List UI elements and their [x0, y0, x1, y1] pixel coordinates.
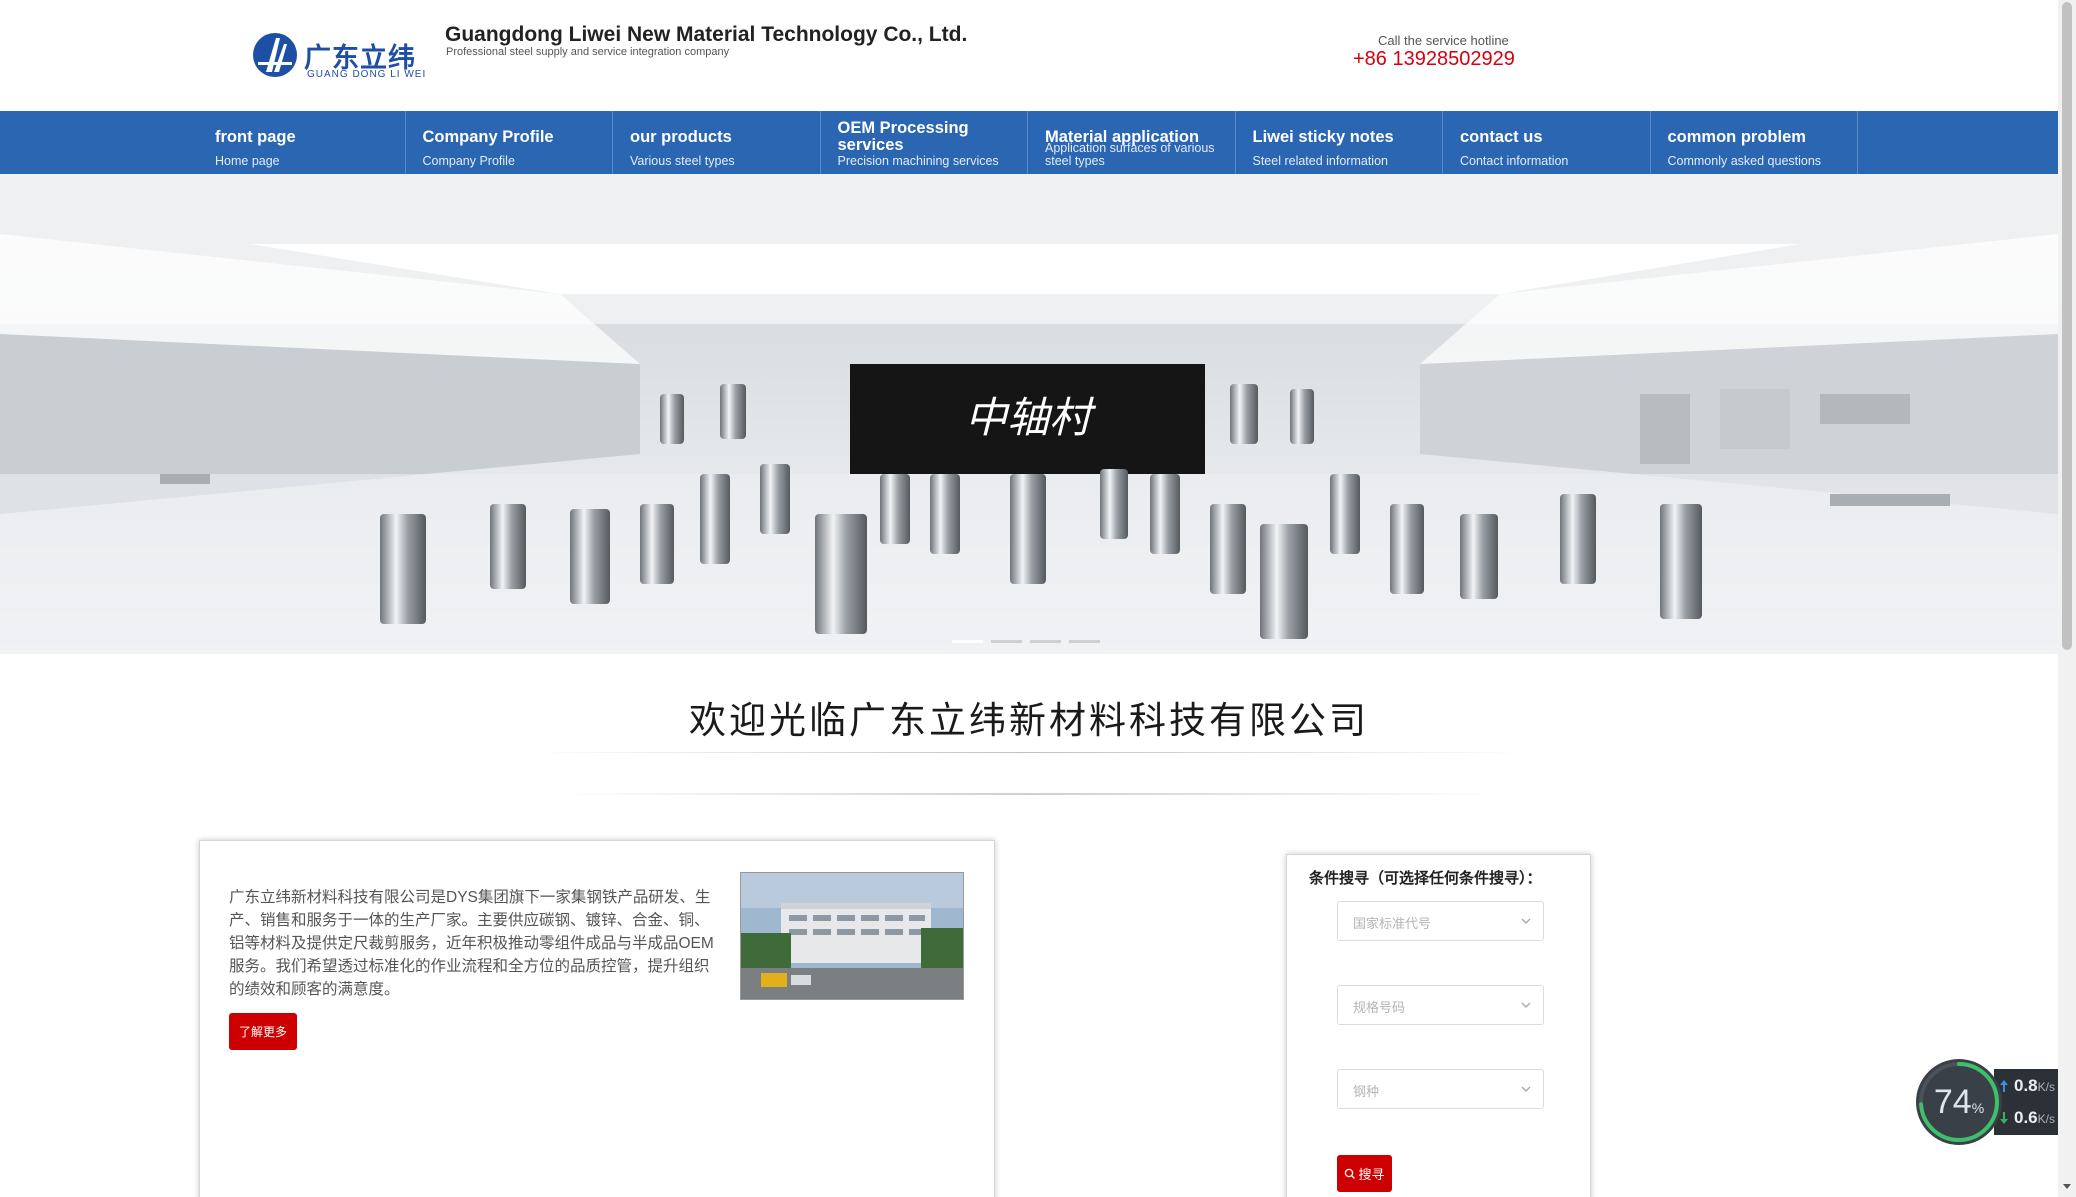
slider-dots [952, 640, 1100, 643]
memory-percent: 74% [1914, 1085, 2004, 1125]
search-title: 条件搜寻（可选择任何条件搜寻）： [1309, 870, 1542, 887]
logo-mark-icon [253, 33, 297, 77]
nav-item-subtitle: Home page [215, 154, 280, 168]
building-image [741, 873, 963, 999]
nav-item-subtitle: Contact information [1460, 154, 1569, 168]
nav-item-company-profile[interactable]: Company Profile Company Profile [406, 111, 613, 174]
company-intro-panel: 广东立纬新材料科技有限公司是DYS集团旗下一家集钢铁产品研发、生产、销售和服务于… [199, 840, 995, 1197]
memory-percent-value: 74 [1933, 1083, 1972, 1121]
slider-dot[interactable] [1069, 640, 1100, 643]
nav-item-material-application[interactable]: Material application Application surface… [1028, 111, 1236, 174]
chevron-down-icon [1521, 1086, 1531, 1092]
divider [530, 752, 1530, 753]
learn-more-button[interactable]: 了解更多 [229, 1013, 297, 1050]
nav-item-oem-processing[interactable]: OEM Processing services Precision machin… [821, 111, 1028, 174]
nav-item-subtitle: Company Profile [422, 154, 515, 168]
slider-dot[interactable] [1030, 640, 1061, 643]
company-intro-text: 广东立纬新材料科技有限公司是DYS集团旗下一家集钢铁产品研发、生产、销售和服务于… [229, 889, 714, 998]
search-icon [1345, 1168, 1356, 1179]
memory-percent-unit: % [1971, 1100, 1985, 1116]
nav-item-front-page[interactable]: front page Home page [198, 111, 406, 174]
nav-item-subtitle: Commonly asked questions [1667, 154, 1822, 168]
nav-item-liwei-sticky-notes[interactable]: Liwei sticky notes Steel related informa… [1236, 111, 1443, 174]
scroll-down-arrow-icon[interactable] [2061, 1180, 2073, 1192]
hero-banner[interactable]: 中轴村 [0, 174, 2058, 654]
download-unit: K/s [2037, 1112, 2055, 1126]
company-tagline: Professional steel supply and service in… [446, 46, 730, 58]
hotline-number[interactable]: +86 13928502929 [1353, 48, 1515, 71]
showroom-image: 中轴村 [0, 174, 2058, 654]
nav-item-our-products[interactable]: our products Various steel types [613, 111, 821, 174]
network-speed-widget[interactable]: 0.8K/s 0.6K/s 74% [1914, 1057, 2076, 1147]
spec-number-select[interactable]: 规格号码 [1337, 985, 1544, 1025]
search-button-label: 搜寻 [1358, 1167, 1385, 1182]
standard-code-select[interactable]: 国家标准代号 [1337, 901, 1544, 941]
nav-item-subtitle: Precision machining services [837, 154, 999, 168]
download-value: 0.6 [2014, 1108, 2038, 1127]
download-rate: 0.6K/s [2014, 1108, 2055, 1128]
upload-value: 0.8 [2014, 1076, 2038, 1095]
slider-dot[interactable] [991, 640, 1022, 643]
select-placeholder: 钢种 [1353, 1084, 1380, 1099]
upload-rate: 0.8K/s [2014, 1076, 2055, 1096]
divider [560, 793, 1500, 795]
chevron-down-icon [1521, 1002, 1531, 1008]
site-header: 广东立纬 GUANG DONG LI WEI Guangdong Liwei N… [0, 0, 2058, 111]
nav-item-contact-us[interactable]: contact us Contact information [1443, 111, 1651, 174]
company-logo[interactable]: 广东立纬 GUANG DONG LI WEI [252, 26, 425, 82]
nav-item-subtitle: Steel related information [1252, 154, 1389, 168]
company-building-photo[interactable] [740, 872, 964, 1000]
hotline-label: Call the service hotline [1378, 33, 1509, 48]
screen-text: 中轴村 [965, 393, 1097, 442]
nav-item-common-problem[interactable]: common problem Commonly asked questions [1651, 111, 1858, 174]
upload-unit: K/s [2037, 1080, 2055, 1094]
company-name: Guangdong Liwei New Material Technology … [445, 23, 968, 46]
select-placeholder: 规格号码 [1353, 1000, 1406, 1015]
logo-text-en: GUANG DONG LI WEI [307, 69, 427, 80]
scrollbar-thumb[interactable] [2062, 2, 2072, 650]
welcome-heading: 欢迎光临广东立纬新材料科技有限公司 [689, 700, 1369, 741]
search-button[interactable]: 搜寻 [1337, 1155, 1392, 1192]
nav-item-subtitle: Application surfaces of various steel ty… [1045, 141, 1215, 168]
main-nav: front page Home page Company Profile Com… [0, 111, 2058, 174]
slider-dot[interactable] [952, 640, 983, 643]
select-placeholder: 国家标准代号 [1353, 916, 1432, 931]
search-panel: 条件搜寻（可选择任何条件搜寻）： 国家标准代号 规格号码 钢种 搜寻 [1286, 854, 1591, 1197]
steel-grade-select[interactable]: 钢种 [1337, 1069, 1544, 1109]
nav-list: front page Home page Company Profile Com… [198, 111, 1858, 174]
chevron-down-icon [1521, 918, 1531, 924]
page-scrollbar[interactable] [2058, 0, 2076, 1197]
nav-item-subtitle: Various steel types [630, 154, 735, 168]
